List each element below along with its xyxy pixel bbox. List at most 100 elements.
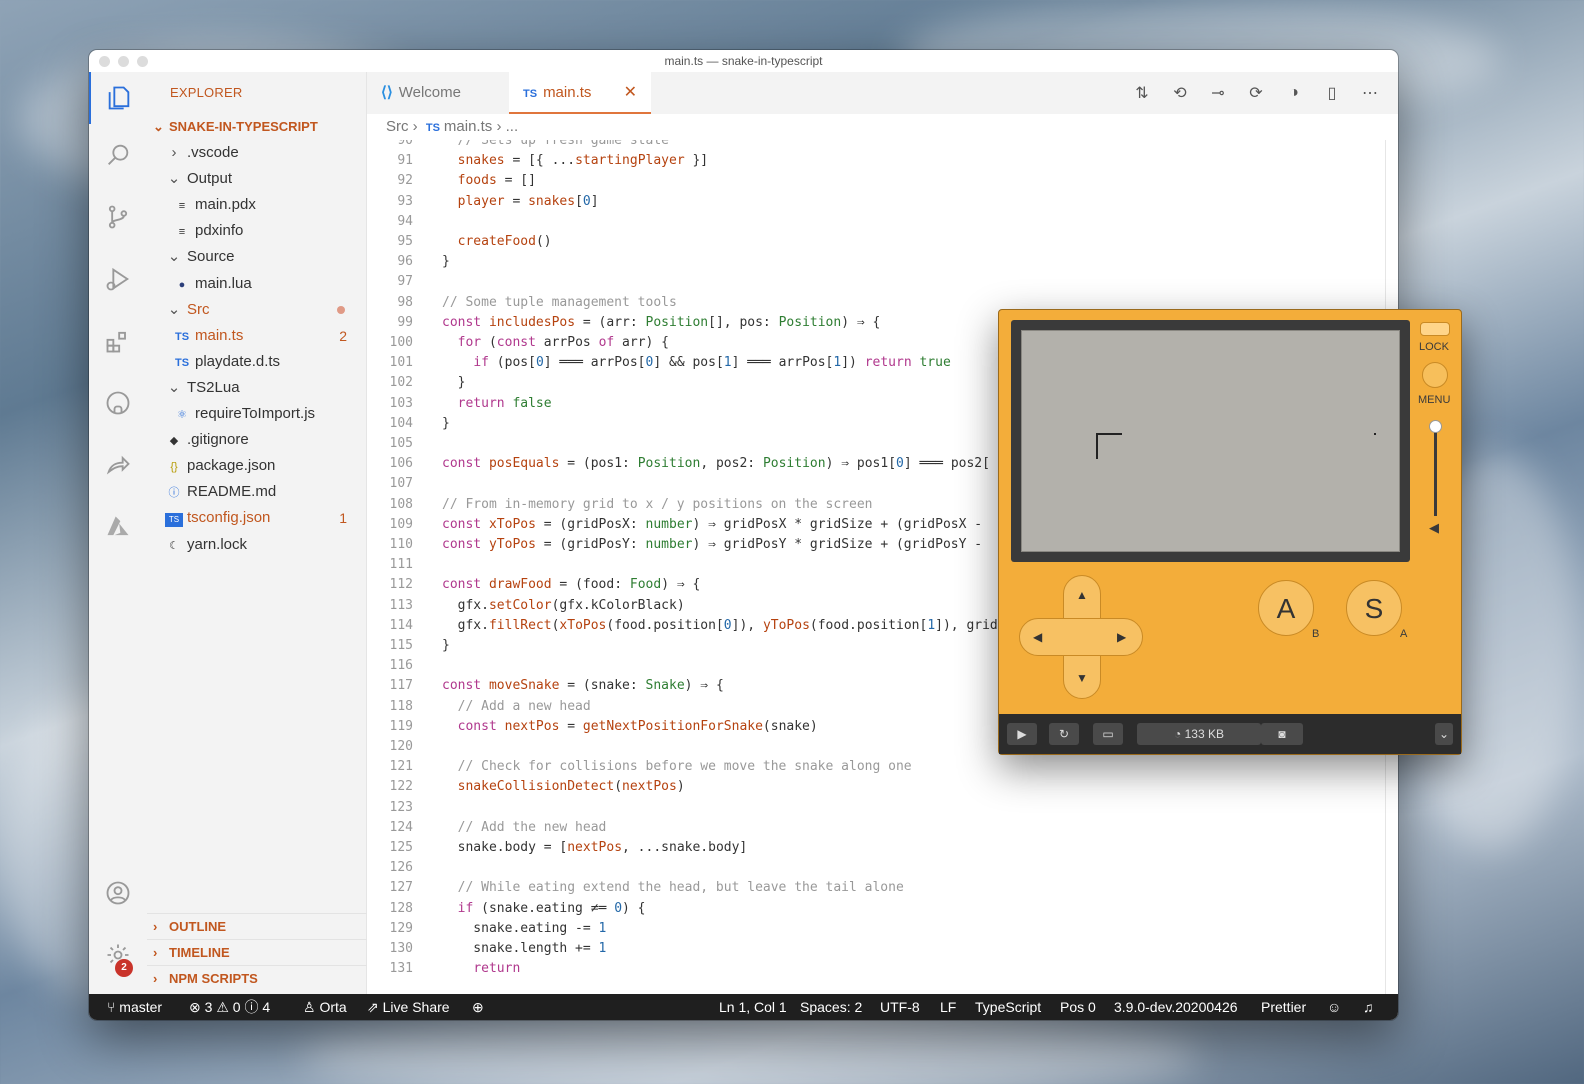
tree-item[interactable]: TS playdate.d.ts <box>147 349 367 375</box>
code-line[interactable]: } <box>442 373 466 393</box>
maximize-window-button[interactable] <box>137 56 148 67</box>
reload-icon[interactable]: ↻ <box>1049 723 1079 745</box>
tree-item[interactable]: ⌄ Source <box>147 244 367 270</box>
project-folder-header[interactable]: ⌄ SNAKE-IN-TYPESCRIPT <box>147 114 367 140</box>
console-icon[interactable]: ▭ <box>1093 723 1123 745</box>
toolbar-chevron-down-icon[interactable]: ⌄ <box>1435 723 1453 745</box>
timeline-node-icon[interactable]: ⊸ <box>1206 82 1230 104</box>
problems-status[interactable]: ⊗ 3 ⚠ 0 ⓘ 4 <box>189 994 270 1020</box>
tree-item[interactable]: ⌄ Output <box>147 166 367 192</box>
outline-section[interactable]: › OUTLINE <box>147 913 367 939</box>
code-line[interactable]: createFood() <box>442 232 552 252</box>
menu-button[interactable] <box>1422 362 1448 388</box>
branch-status[interactable]: ⑂ master <box>107 994 162 1020</box>
code-line[interactable]: // From in-memory grid to x / y position… <box>442 495 872 515</box>
code-line[interactable]: const posEquals = (pos1: Position, pos2:… <box>442 454 990 474</box>
code-line[interactable]: gfx.setColor(gfx.kColorBlack) <box>442 596 685 616</box>
code-line[interactable]: for (const arrPos of arr) { <box>442 333 669 353</box>
code-line[interactable]: foods = [] <box>442 171 536 191</box>
settings-gear-icon[interactable]: 2 <box>89 929 147 981</box>
tree-item[interactable]: {} package.json <box>147 453 367 479</box>
code-line[interactable]: // Check for collisions before we move t… <box>442 757 912 777</box>
code-line[interactable]: const drawFood = (food: Food) ⇒ { <box>442 575 700 595</box>
minimize-window-button[interactable] <box>118 56 129 67</box>
npm-scripts-section[interactable]: › NPM SCRIPTS <box>147 965 367 991</box>
playdate-screen[interactable] <box>1021 330 1400 552</box>
code-line[interactable]: const yToPos = (gridPosY: number) ⇒ grid… <box>442 535 982 555</box>
eol-status[interactable]: LF <box>940 994 956 1020</box>
dpad-left-icon[interactable]: ◀ <box>1033 630 1042 644</box>
tree-item[interactable]: › .vscode <box>147 140 367 166</box>
volume-icon[interactable]: ◀ <box>1429 520 1439 536</box>
compare-changes-icon[interactable]: ⇅ <box>1130 82 1154 104</box>
run-debug-icon[interactable] <box>89 253 147 305</box>
extensions-icon[interactable] <box>89 315 147 367</box>
ts-version-status[interactable]: 3.9.0-dev.20200426 <box>1114 994 1238 1020</box>
prettier-status[interactable]: Prettier <box>1261 994 1306 1020</box>
close-tab-icon[interactable]: ✕ <box>624 72 637 114</box>
go-back-icon[interactable]: ⟲ <box>1168 82 1192 104</box>
tree-item[interactable]: TS tsconfig.json 1 <box>147 505 367 531</box>
code-line[interactable]: // While eating extend the head, but lea… <box>442 878 904 898</box>
cursor-position[interactable]: Ln 1, Col 1 <box>719 994 787 1020</box>
tab-main-ts[interactable]: TS main.ts ✕ <box>509 72 651 114</box>
code-line[interactable]: // Add the new head <box>442 818 607 838</box>
code-line[interactable]: if (snake.eating ≠═ 0) { <box>442 899 646 919</box>
crank-slider-handle[interactable] <box>1429 420 1442 433</box>
breadcrumb-file[interactable]: main.ts <box>444 118 492 135</box>
code-line[interactable]: snake.length += 1 <box>442 939 606 959</box>
tree-item[interactable]: ⚛ requireToImport.js <box>147 401 367 427</box>
tree-item[interactable]: ● main.lua <box>147 271 367 297</box>
tree-item[interactable]: ◆ .gitignore <box>147 427 367 453</box>
dpad-right-icon[interactable]: ▶ <box>1117 630 1126 644</box>
tree-item[interactable]: ≡ main.pdx <box>147 192 367 218</box>
code-line[interactable]: const includesPos = (arr: Position[], po… <box>442 313 880 333</box>
azure-icon[interactable] <box>89 501 147 553</box>
tree-item[interactable]: ☾ yarn.lock <box>147 532 367 558</box>
source-control-icon[interactable] <box>89 191 147 243</box>
code-line[interactable]: } <box>442 636 450 656</box>
code-line[interactable]: snake.body = [nextPos, ...snake.body] <box>442 838 748 858</box>
tree-item[interactable]: ≡ pdxinfo <box>147 218 367 244</box>
playdate-run-icon[interactable]: ◑ <box>1282 82 1306 104</box>
search-icon[interactable] <box>89 129 147 181</box>
play-icon[interactable]: ▶ <box>1007 723 1037 745</box>
github-icon[interactable] <box>89 377 147 429</box>
code-line[interactable]: const nextPos = getNextPositionForSnake(… <box>442 717 818 737</box>
code-line[interactable]: if (pos[0] ═══ arrPos[0] && pos[1] ═══ a… <box>442 353 950 373</box>
code-line[interactable]: } <box>442 252 450 272</box>
globe-icon[interactable]: ⊕ <box>472 994 484 1020</box>
dpad-up-icon[interactable]: ▲ <box>1076 588 1088 602</box>
language-status[interactable]: TypeScript <box>975 994 1041 1020</box>
account-icon[interactable] <box>89 867 147 919</box>
code-line[interactable]: return <box>442 959 520 979</box>
code-line[interactable]: } <box>442 414 450 434</box>
screenshot-camera-icon[interactable]: ◙ <box>1261 723 1303 745</box>
tab-welcome[interactable]: ⟨⟩ Welcome <box>367 72 509 114</box>
code-line[interactable]: gfx.fillRect(xToPos(food.position[0]), y… <box>442 616 998 636</box>
b-button[interactable]: A <box>1258 580 1314 636</box>
code-line[interactable]: // Some tuple management tools <box>442 293 677 313</box>
more-actions-icon[interactable]: ⋯ <box>1358 82 1382 104</box>
user-status[interactable]: ♙ Orta <box>303 994 347 1020</box>
tree-item[interactable]: ⓘ README.md <box>147 479 367 505</box>
timeline-section[interactable]: › TIMELINE <box>147 939 367 965</box>
code-line[interactable]: snakeCollisionDetect(nextPos) <box>442 777 685 797</box>
indentation-status[interactable]: Spaces: 2 <box>800 994 862 1020</box>
tree-item[interactable]: TS main.ts 2 <box>147 323 367 349</box>
explorer-activity-icon[interactable] <box>89 72 147 124</box>
close-window-button[interactable] <box>99 56 110 67</box>
code-line[interactable]: // Sets up fresh game state <box>442 140 669 151</box>
go-forward-icon[interactable]: ⟳ <box>1244 82 1268 104</box>
code-line[interactable]: snakes = [{ ...startingPlayer }] <box>442 151 708 171</box>
lock-button[interactable] <box>1420 322 1450 336</box>
live-share-icon[interactable] <box>89 439 147 491</box>
pos-status[interactable]: Pos 0 <box>1060 994 1096 1020</box>
code-line[interactable]: snake.eating -= 1 <box>442 919 606 939</box>
breadcrumb-folder[interactable]: Src <box>386 118 409 135</box>
breadcrumb-symbol[interactable]: ... <box>506 118 519 135</box>
code-line[interactable]: return false <box>442 394 552 414</box>
a-button[interactable]: S <box>1346 580 1402 636</box>
tree-item[interactable]: ⌄ TS2Lua <box>147 375 367 401</box>
tree-item[interactable]: ⌄ Src <box>147 297 367 323</box>
